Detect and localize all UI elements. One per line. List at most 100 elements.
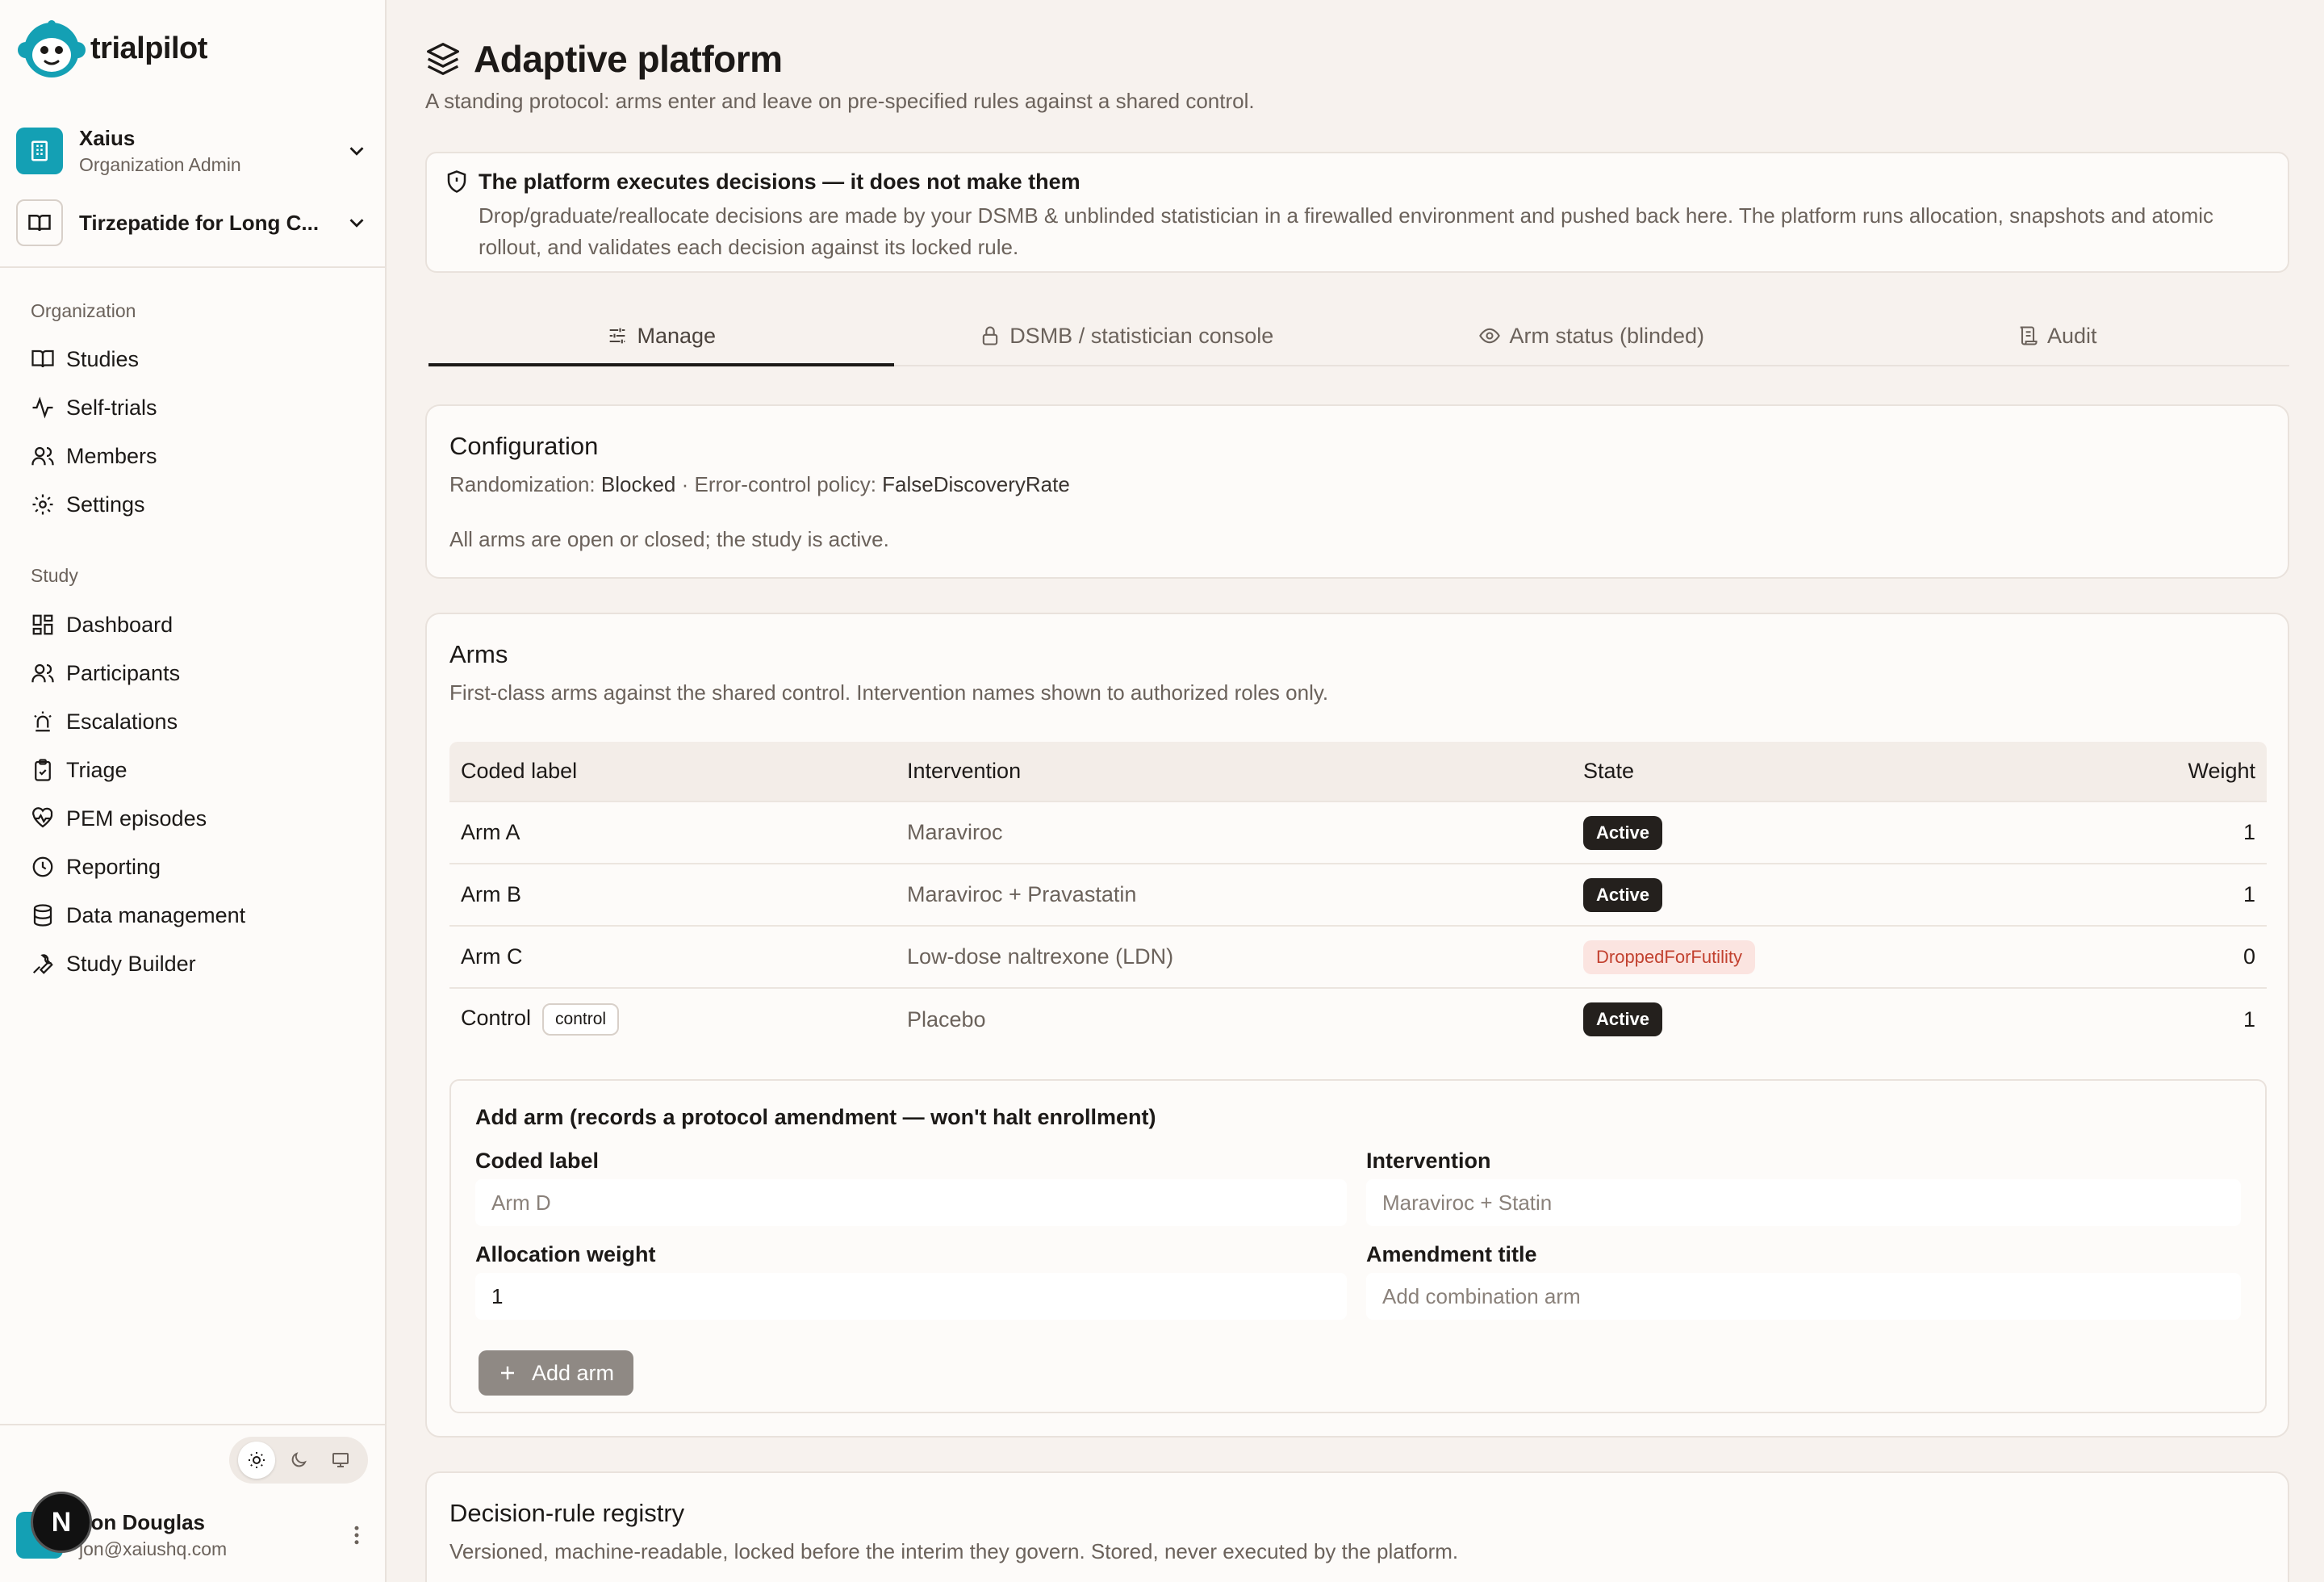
dark-theme-button[interactable] — [280, 1442, 317, 1479]
configuration-title: Configuration — [449, 432, 599, 460]
arm-weight: 0 — [2046, 925, 2267, 988]
info-notice: The platform executes decisions — it doe… — [425, 152, 2289, 273]
sidebar-item-label: Studies — [66, 346, 140, 371]
page-subtitle: A standing protocol: arms enter and leav… — [425, 89, 1255, 113]
monitor-icon — [332, 1453, 349, 1467]
column-header: Weight — [2046, 742, 2267, 801]
sidebar-item-label: Dashboard — [66, 612, 173, 637]
nav-section-study: Study — [31, 565, 78, 586]
configuration-status: All arms are open or closed; the study i… — [449, 527, 889, 551]
sidebar-item-dashboard[interactable]: Dashboard — [31, 605, 173, 645]
intervention-label: Intervention — [1366, 1149, 1491, 1173]
intervention-input[interactable] — [1366, 1179, 2241, 1226]
light-theme-button[interactable] — [238, 1442, 275, 1479]
sidebar-bottom-divider — [0, 1424, 385, 1425]
page-title: Adaptive platform — [474, 38, 783, 80]
table-row[interactable]: Arm A Maraviroc Active 1 — [449, 801, 2267, 864]
add-arm-panel: Add arm (records a protocol amendment — … — [449, 1079, 2267, 1413]
sidebar-item-label: Members — [66, 443, 157, 468]
dev-tools-badge[interactable]: N — [31, 1492, 92, 1553]
arm-label: Arm B — [449, 863, 896, 926]
randomization-label: Randomization: — [449, 472, 596, 496]
amendment-title-input[interactable] — [1366, 1273, 2241, 1320]
theme-toggle[interactable] — [229, 1437, 368, 1484]
arm-label-cell: Control control — [449, 987, 896, 1050]
tab-label: Audit — [2046, 323, 2097, 348]
user-email: jon@xaiushq.com — [79, 1538, 228, 1559]
sidebar-item-reporting[interactable]: Reporting — [31, 847, 161, 887]
table-row[interactable]: Arm B Maraviroc + Pravastatin Active 1 — [449, 863, 2267, 926]
add-arm-button-label: Add arm — [531, 1360, 615, 1385]
eye-icon — [1479, 328, 1501, 344]
system-theme-button[interactable] — [322, 1442, 359, 1479]
sidebar-item-triage[interactable]: Triage — [31, 750, 127, 790]
monkey-logo-icon — [18, 20, 86, 77]
sun-icon — [249, 1452, 265, 1468]
sidebar-item-escalations[interactable]: Escalations — [31, 701, 178, 742]
sidebar-item-participants[interactable]: Participants — [31, 653, 180, 693]
org-switcher[interactable]: Xaius Organization Admin — [16, 123, 369, 179]
sidebar-item-settings[interactable]: Settings — [31, 484, 145, 525]
database-icon — [33, 904, 52, 927]
notice-title: The platform executes decisions — it doe… — [479, 170, 1080, 194]
table-row[interactable]: Control control Placebo Active 1 — [449, 987, 2267, 1050]
table-row[interactable]: Arm C Low-dose naltrexone (LDN) DroppedF… — [449, 925, 2267, 988]
arm-weight: 1 — [2046, 863, 2267, 926]
coded-label-label: Coded label — [475, 1149, 600, 1173]
tab-arm-status[interactable]: Arm status (blinded) — [1359, 307, 1825, 365]
separator: · — [681, 472, 689, 496]
arm-intervention: Maraviroc — [896, 801, 1572, 864]
add-arm-title: Add arm (records a protocol amendment — … — [475, 1105, 1156, 1129]
status-badge: Active — [1583, 1002, 1663, 1036]
status-badge: Active — [1583, 877, 1663, 912]
arm-label: Control — [461, 1006, 532, 1031]
page-header: Adaptive platform — [425, 37, 783, 81]
study-switcher[interactable]: Tirzepatide for Long C... — [16, 197, 369, 249]
users-icon — [31, 663, 54, 683]
sidebar-item-data-management[interactable]: Data management — [31, 895, 245, 935]
sidebar: trialpilot Xaius Organization Admin Tirz… — [0, 0, 387, 1582]
sidebar-item-label: Data management — [66, 902, 246, 927]
arms-title: Arms — [449, 640, 508, 668]
coded-label-input[interactable] — [475, 1179, 1347, 1226]
brand-logo[interactable]: trialpilot — [16, 16, 207, 81]
brand-name: trialpilot — [90, 31, 207, 65]
more-vertical-icon[interactable] — [345, 1523, 369, 1547]
book-open-icon — [31, 349, 54, 368]
randomization-value: Blocked — [600, 472, 676, 496]
column-header: Coded label — [449, 742, 896, 801]
policy-value: FalseDiscoveryRate — [882, 472, 1070, 496]
arms-card: Arms First-class arms against the shared… — [425, 613, 2289, 1438]
sidebar-item-studies[interactable]: Studies — [31, 339, 139, 379]
arm-intervention: Placebo — [896, 987, 1572, 1050]
shield-alert-icon — [447, 170, 466, 193]
arm-weight: 1 — [2046, 987, 2267, 1050]
configuration-card: Configuration Randomization: Blocked · E… — [425, 404, 2289, 579]
add-arm-button[interactable]: Add arm — [479, 1350, 633, 1396]
sidebar-item-label: Study Builder — [66, 951, 196, 976]
sidebar-item-self-trials[interactable]: Self-trials — [31, 387, 157, 428]
tab-dsmb-console[interactable]: DSMB / statistician console — [894, 307, 1360, 365]
org-role: Organization Admin — [79, 154, 241, 175]
registry-title: Decision-rule registry — [449, 1499, 685, 1527]
layers-icon — [427, 43, 459, 75]
tab-audit[interactable]: Audit — [1825, 307, 2290, 365]
column-header: State — [1572, 742, 2047, 801]
gear-icon — [32, 494, 53, 515]
book-icon — [16, 199, 63, 246]
sidebar-item-members[interactable]: Members — [31, 436, 157, 476]
allocation-weight-input[interactable] — [475, 1273, 1347, 1320]
lock-icon — [982, 326, 998, 345]
arm-label: Arm C — [449, 925, 896, 988]
status-badge: Active — [1583, 815, 1663, 850]
tab-bar: Manage DSMB / statistician console Arm s… — [428, 307, 2289, 366]
amendment-title-label: Amendment title — [1366, 1242, 1537, 1266]
tab-label: DSMB / statistician console — [1009, 323, 1274, 348]
sidebar-item-pem-episodes[interactable]: PEM episodes — [31, 798, 207, 839]
control-tag: control — [542, 1003, 620, 1036]
moon-icon — [291, 1452, 307, 1467]
tab-manage[interactable]: Manage — [428, 307, 894, 366]
sidebar-item-study-builder[interactable]: Study Builder — [31, 944, 196, 984]
sidebar-divider — [0, 266, 385, 268]
users-icon — [31, 446, 54, 466]
